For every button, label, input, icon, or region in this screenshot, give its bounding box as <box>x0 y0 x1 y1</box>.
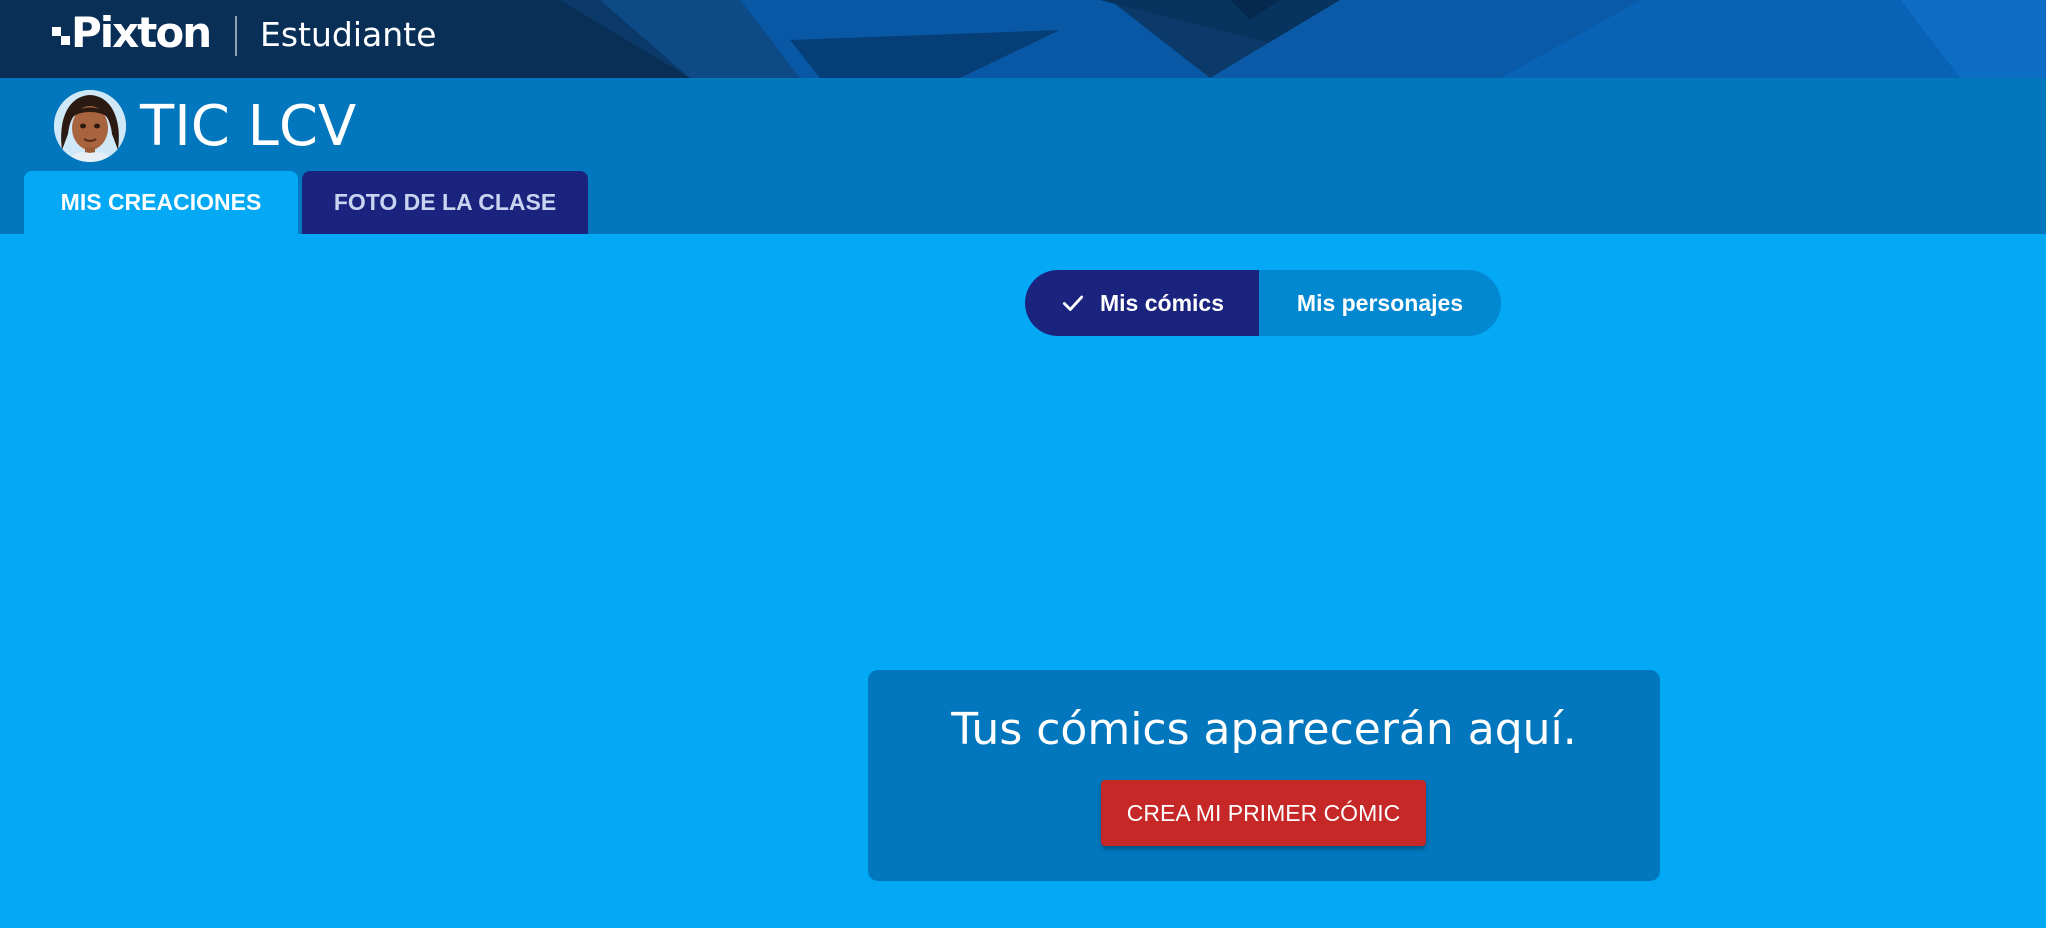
tab-foto-de-la-clase[interactable]: FOTO DE LA CLASE <box>302 171 588 234</box>
toggle-mis-comics-label: Mis cómics <box>1100 289 1224 316</box>
tab-mis-creaciones[interactable]: MIS CREACIONES <box>24 171 298 234</box>
empty-state-card: Tus cómics aparecerán aquí. CREA MI PRIM… <box>868 670 1660 881</box>
toggle-mis-personajes-label: Mis personajes <box>1296 289 1464 316</box>
class-title: TIC LCV <box>140 94 357 159</box>
logo-checker-icon <box>52 27 70 45</box>
toggle-mis-personajes[interactable]: Mis personajes <box>1259 270 1501 336</box>
toggle-mis-comics[interactable]: Mis cómics <box>1025 270 1259 336</box>
header-divider <box>235 16 237 56</box>
top-header: Pixton Estudiante <box>0 0 2046 78</box>
student-avatar-icon[interactable] <box>54 90 126 162</box>
view-toggle: Mis cómics Mis personajes <box>1025 270 1501 336</box>
create-first-comic-button[interactable]: CREA MI PRIMER CÓMIC <box>1101 780 1426 846</box>
pixton-logo[interactable]: Pixton <box>52 6 212 58</box>
logo-text: Pixton <box>71 7 212 57</box>
check-icon <box>1062 295 1084 311</box>
class-header: TIC LCV MIS CREACIONES FOTO DE LA CLASE <box>0 78 2046 234</box>
empty-state-message: Tus cómics aparecerán aquí. <box>951 704 1577 755</box>
role-label: Estudiante <box>260 15 437 54</box>
